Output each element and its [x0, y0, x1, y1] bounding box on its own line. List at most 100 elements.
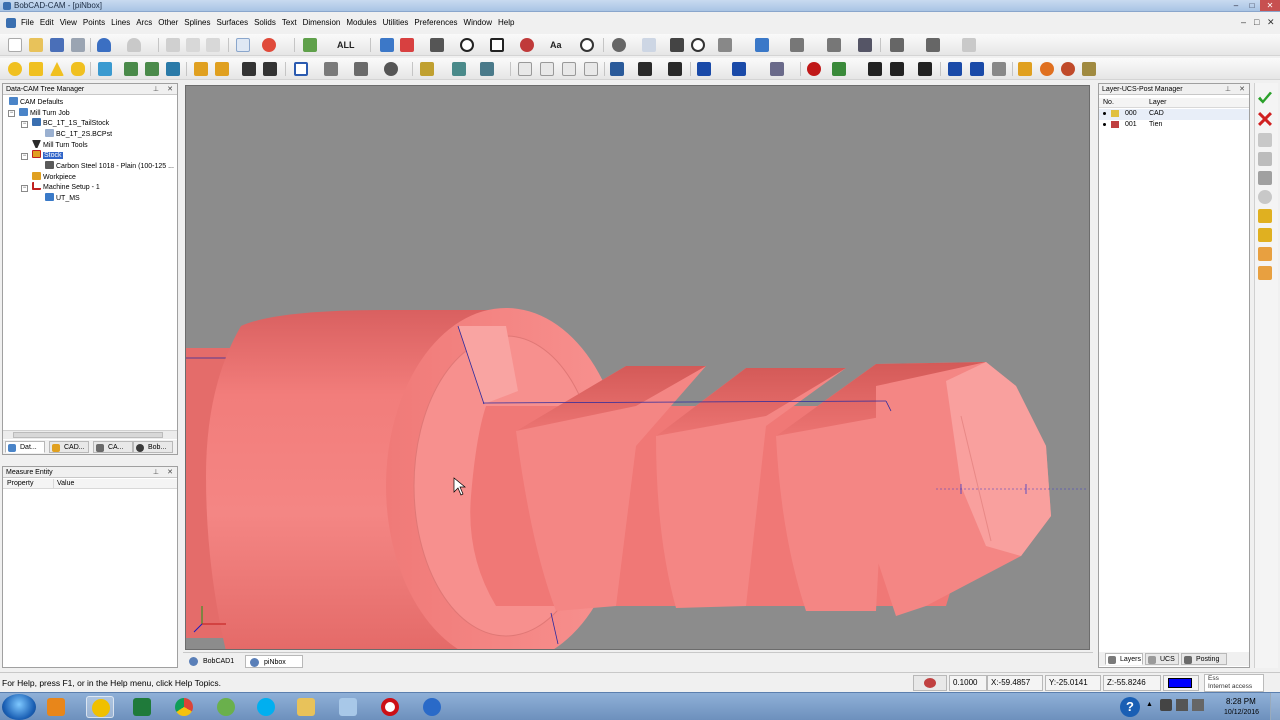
rectangle-icon[interactable] [490, 38, 504, 52]
taskbar-explorer[interactable] [292, 696, 320, 718]
break-icon[interactable] [584, 62, 598, 76]
tree-item-stock[interactable]: Stock [32, 150, 63, 161]
array-icon[interactable] [638, 62, 652, 76]
layer-row[interactable]: 001 Tien [1099, 120, 1249, 131]
taskbar-excel[interactable] [128, 696, 156, 718]
sweep-icon[interactable] [242, 62, 256, 76]
revolve-icon[interactable] [215, 62, 229, 76]
redo-icon[interactable] [127, 38, 141, 52]
simulate-icon[interactable] [770, 62, 784, 76]
menu-preferences[interactable]: Preferences [411, 16, 460, 30]
pencil-icon[interactable] [1258, 228, 1272, 242]
grid-icon[interactable] [926, 38, 940, 52]
select-pointer-icon[interactable] [236, 38, 250, 52]
paste-icon[interactable] [206, 38, 220, 52]
menu-edit[interactable]: Edit [37, 16, 57, 30]
axis-icon[interactable] [610, 62, 624, 76]
intersect-icon[interactable] [166, 62, 180, 76]
snap-toggle-button[interactable] [913, 675, 947, 691]
cone-icon[interactable] [50, 62, 64, 76]
menu-window[interactable]: Window [461, 16, 495, 30]
start-button[interactable] [2, 694, 36, 720]
mdi-restore-button[interactable]: □ [1254, 17, 1259, 27]
post-icon[interactable] [868, 62, 882, 76]
delete-icon[interactable] [166, 38, 180, 52]
display-icon[interactable] [827, 38, 841, 52]
wizard-icon[interactable] [1018, 62, 1032, 76]
open-folder-icon[interactable] [29, 38, 43, 52]
tab-ucs[interactable]: UCS [1145, 653, 1179, 665]
tab-layers[interactable]: Layers [1105, 653, 1143, 665]
material-icon[interactable] [1061, 62, 1075, 76]
taskbar-chrome[interactable] [170, 696, 198, 718]
ucs-rotate-icon[interactable] [992, 62, 1006, 76]
loft-icon[interactable] [263, 62, 277, 76]
menu-splines[interactable]: Splines [181, 16, 213, 30]
verify-icon[interactable] [832, 62, 846, 76]
tab-posting[interactable]: Posting [1181, 653, 1227, 665]
tree-item-cam-defaults[interactable]: CAM Defaults [9, 97, 63, 108]
stack-icon[interactable] [1258, 171, 1272, 185]
solid-icon[interactable] [98, 62, 112, 76]
transform-icon[interactable] [380, 38, 394, 52]
menu-text[interactable]: Text [279, 16, 300, 30]
new-file-icon[interactable] [8, 38, 22, 52]
pen-icon[interactable] [430, 38, 444, 52]
scroll-thumb[interactable] [13, 432, 163, 438]
stop-icon[interactable] [807, 62, 821, 76]
tray-arrow-icon[interactable]: ▲ [1146, 701, 1153, 708]
layer-check-icon[interactable] [1111, 121, 1119, 128]
measure-panel-close-icon[interactable]: ✕ [167, 467, 173, 478]
copy-icon[interactable] [186, 38, 200, 52]
dimension-icon[interactable] [890, 38, 904, 52]
zoom-icon[interactable] [612, 38, 626, 52]
close-button[interactable]: ✕ [1260, 0, 1280, 11]
print-icon[interactable] [71, 38, 85, 52]
align-right-icon[interactable] [1258, 266, 1272, 280]
taskbar-skype[interactable] [252, 696, 280, 718]
undo-icon[interactable] [97, 38, 111, 52]
layer-delete-icon[interactable] [400, 38, 414, 52]
tree-item-post[interactable]: BC_1T_2S.BCPst [45, 129, 112, 140]
nc-code-icon[interactable] [890, 62, 904, 76]
select-all-button[interactable]: ALL [337, 37, 355, 53]
tree-horizontal-scrollbar[interactable] [3, 430, 177, 439]
tab-cam[interactable]: CA... [93, 441, 133, 453]
tree-item-tools[interactable]: Mill Turn Tools [32, 140, 88, 151]
graphics-viewport[interactable] [185, 85, 1090, 650]
mdi-close-button[interactable]: ✕ [1267, 17, 1275, 28]
ucs-icon[interactable] [948, 62, 962, 76]
display-mode-icon[interactable] [294, 62, 308, 76]
plane-icon[interactable] [755, 38, 769, 52]
tree-item-ut-ms[interactable]: UT_MS [45, 193, 80, 204]
menu-utilities[interactable]: Utilities [380, 16, 412, 30]
menu-dimension[interactable]: Dimension [300, 16, 344, 30]
snap-icon[interactable] [262, 38, 276, 52]
tree-item-machine-setup[interactable]: Machine Setup - 1 [32, 182, 100, 193]
save-icon[interactable] [50, 38, 64, 52]
tray-time[interactable]: 8:28 PM [1226, 697, 1256, 706]
box-icon[interactable] [29, 62, 43, 76]
tray-date[interactable]: 10/12/2016 [1224, 709, 1259, 716]
app-menu-icon[interactable] [6, 17, 16, 28]
align-icon[interactable] [668, 62, 682, 76]
zoom-window-icon[interactable] [642, 38, 656, 52]
menu-file[interactable]: File [18, 16, 37, 30]
help-icon[interactable]: ? [1120, 697, 1140, 717]
tab-data[interactable]: Dat... [5, 441, 45, 453]
tree-item-machine[interactable]: BC_1T_1S_TailStock [32, 118, 109, 129]
grid-spacing-field[interactable]: 0.1000 [949, 675, 987, 691]
eye-icon[interactable] [384, 62, 398, 76]
tree-expander[interactable]: − [21, 153, 28, 160]
rotate-icon[interactable] [691, 38, 705, 52]
taskbar-settings-app[interactable] [418, 696, 446, 718]
text-tool-button[interactable]: Aa [550, 37, 562, 53]
circle-icon[interactable] [460, 38, 474, 52]
taskbar-bobcad[interactable] [86, 696, 114, 718]
tray-flag-icon[interactable] [1160, 699, 1172, 711]
view-cube-icon[interactable] [790, 38, 804, 52]
layer-row[interactable]: 000 CAD [1099, 109, 1249, 120]
refresh-icon[interactable] [1258, 190, 1272, 204]
tree-item-mill-turn-job[interactable]: Mill Turn Job [19, 108, 70, 119]
tab-bob[interactable]: Bob... [133, 441, 173, 453]
